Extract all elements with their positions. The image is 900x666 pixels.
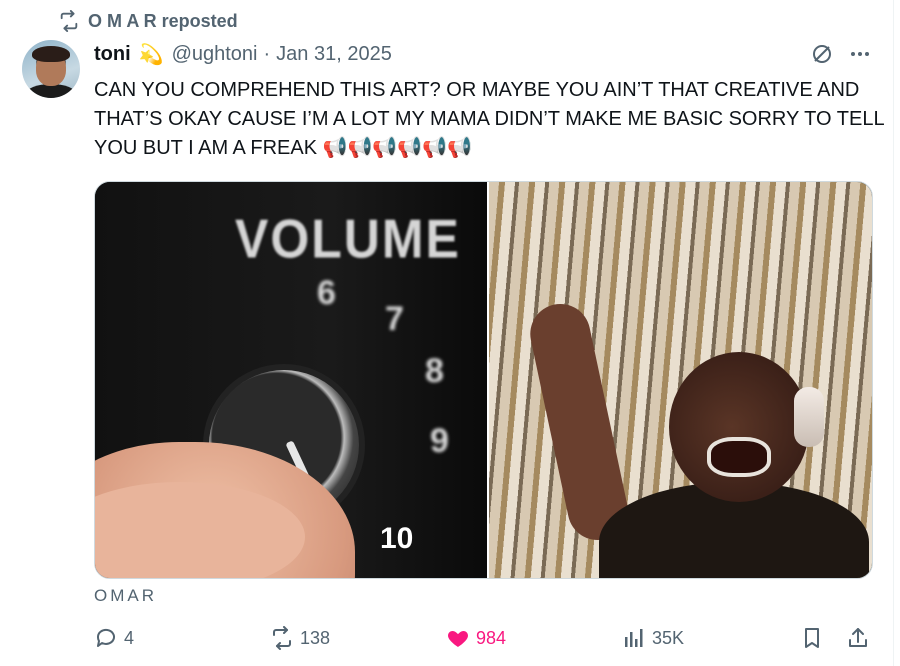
heart-filled-icon [448,631,468,647]
like-button[interactable]: 984 [446,626,506,650]
analytics-icon [625,629,643,647]
views-button[interactable]: 35K [622,626,684,650]
raised-arm [524,298,634,546]
open-mouth [707,437,771,477]
like-count: 984 [476,627,507,648]
post-media[interactable]: VOLUME 6 7 8 9 10 [94,181,873,579]
user-handle[interactable]: @ughtoni [172,43,258,66]
more-icon[interactable] [848,42,872,66]
volume-knob-image: VOLUME 6 7 8 9 10 [95,182,489,578]
post-action-bar: 4 138 984 35K [94,626,874,656]
headphone [794,387,824,447]
reply-button[interactable]: 4 [94,626,134,650]
post-text: CAN YOU COMPREHEND THIS ART? OR MAYBE YO… [94,79,884,159]
repost-header[interactable]: O M A R reposted [58,10,238,32]
share-icon [849,628,867,647]
dial-number: 7 [385,300,404,338]
media-attribution[interactable]: OMAR [94,586,157,606]
bookmark-button[interactable] [800,626,824,650]
dial-number: 9 [430,422,449,460]
post-header: toni 💫 @ughtoni · Jan 31, 2025 [94,40,392,68]
post-top-actions [810,42,872,66]
avatar[interactable] [22,40,80,98]
grok-icon[interactable] [810,42,834,66]
repost-count: 138 [300,627,331,648]
crying-person-image [489,182,872,578]
repost-label: O M A R reposted [88,10,238,31]
dial-number: 6 [317,274,336,312]
dial-number: 10 [380,522,414,555]
repost-icon [60,10,78,32]
bookmark-icon [805,628,819,648]
views-count: 35K [652,627,685,648]
reply-icon [96,628,115,647]
volume-word: VOLUME [235,208,461,270]
repost-button[interactable]: 138 [270,626,330,650]
dial-number: 8 [425,352,444,390]
post-date[interactable]: Jan 31, 2025 [276,43,392,66]
face [669,352,809,502]
separator-dot: · [263,42,271,65]
reply-count: 4 [124,627,135,648]
name-emoji-badge: 💫 [138,43,164,66]
timeline-divider [893,0,894,666]
repost-icon [273,626,291,650]
share-button[interactable] [846,626,870,650]
display-name[interactable]: toni [94,43,131,66]
